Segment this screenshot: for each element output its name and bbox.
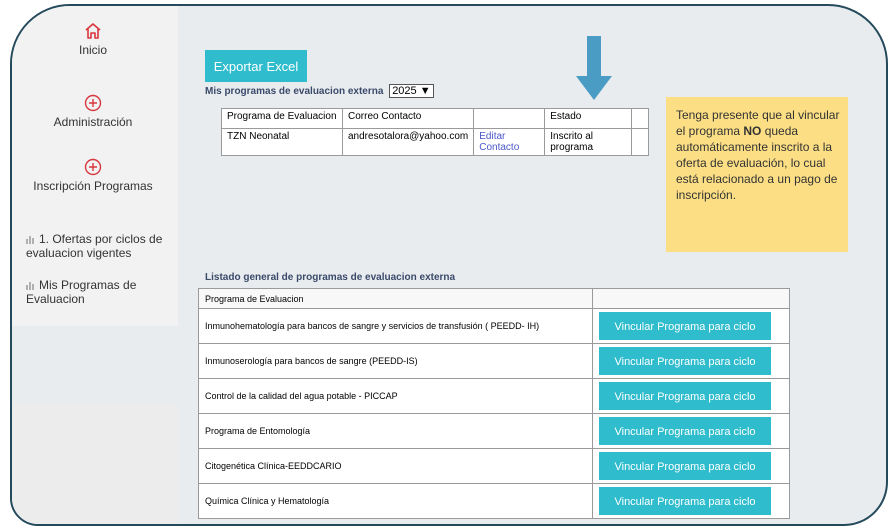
column-header: Estado	[544, 108, 633, 129]
table-row: Citogenética Clínica-EEDDCARIO Vincular …	[198, 448, 790, 484]
vincular-button[interactable]: Vincular Programa para ciclo	[599, 452, 771, 480]
program-name-cell: Programa de Entomología	[198, 413, 593, 449]
empty-cell	[631, 128, 650, 156]
plus-circle-icon	[84, 158, 102, 176]
plus-circle-icon	[84, 94, 102, 112]
menu-item-mis-programas[interactable]: Mis Programas de Evaluacion	[26, 278, 186, 306]
column-header: Correo Contacto	[341, 108, 475, 129]
program-name-cell: Control de la calidad del agua potable -…	[198, 378, 593, 414]
menu-item-mis-programas-label: Mis Programas de Evaluacion	[26, 278, 137, 306]
menu-item-ofertas-label: 1. Ofertas por ciclos de evaluacion vige…	[26, 232, 163, 260]
chevron-down-icon: ▼	[419, 85, 431, 97]
table-row: TZN Neonatal andresotalora@yahoo.com Edi…	[221, 128, 650, 156]
bar-chart-icon	[26, 235, 36, 244]
bar-chart-icon	[26, 281, 36, 290]
table-header-row: Programa de Evaluacion Correo Contacto E…	[221, 108, 650, 129]
export-excel-button[interactable]: Exportar Excel	[205, 50, 307, 82]
table-row: Inmunohematología para bancos de sangre …	[198, 308, 790, 344]
table-row: Inmunoserología para bancos de sangre (P…	[198, 343, 790, 379]
table-header-row: Programa de Evaluacion	[198, 288, 790, 309]
nav-inscripcion[interactable]: Inscripción Programas	[10, 158, 176, 193]
home-icon	[85, 23, 101, 39]
year-select[interactable]: 2025 ▼	[389, 84, 434, 98]
vincular-button[interactable]: Vincular Programa para ciclo	[599, 417, 771, 445]
nav-administracion[interactable]: Administración	[10, 94, 176, 129]
column-header	[631, 108, 650, 129]
table-row: Programa de Entomología Vincular Program…	[198, 413, 790, 449]
info-note: Tenga presente que al vincular el progra…	[666, 97, 848, 252]
status-cell: Inscrito al programa	[544, 128, 633, 156]
vincular-button[interactable]: Vincular Programa para ciclo	[599, 382, 771, 410]
menu-item-ofertas[interactable]: 1. Ofertas por ciclos de evaluacion vige…	[26, 232, 186, 260]
program-name-cell: Inmunoserología para bancos de sangre (P…	[198, 343, 593, 379]
program-name-cell: Citogenética Clínica-EEDDCARIO	[198, 448, 593, 484]
my-programs-table: Programa de Evaluacion Correo Contacto E…	[221, 108, 650, 156]
general-list-title: Listado general de programas de evaluaci…	[205, 272, 456, 283]
my-programs-title: Mis programas de evaluacion externa 2025…	[205, 84, 434, 98]
my-programs-title-text: Mis programas de evaluacion externa	[205, 86, 384, 97]
nav-administracion-label: Administración	[53, 115, 133, 129]
nav-inscripcion-label: Inscripción Programas	[33, 179, 153, 193]
column-header: Programa de Evaluacion	[198, 288, 593, 309]
program-name-cell: Química Clínica y Hematología	[198, 483, 593, 519]
nav-home[interactable]: Inicio	[10, 22, 176, 57]
column-header: Programa de Evaluacion	[221, 108, 343, 129]
sidebar-lower-panel	[12, 404, 178, 524]
general-programs-table: Programa de Evaluacion Inmunohematología…	[198, 288, 790, 519]
year-select-value: 2025	[392, 85, 417, 97]
program-name-cell: Inmunohematología para bancos de sangre …	[198, 308, 593, 344]
note-bold: NO	[743, 124, 762, 138]
program-cell: TZN Neonatal	[221, 128, 343, 156]
email-cell: andresotalora@yahoo.com	[341, 128, 475, 156]
column-header	[473, 108, 546, 129]
edit-contact-link[interactable]: Editar Contacto	[479, 131, 519, 153]
vincular-button[interactable]: Vincular Programa para ciclo	[599, 347, 771, 375]
table-row: Química Clínica y Hematología Vincular P…	[198, 483, 790, 519]
table-row: Control de la calidad del agua potable -…	[198, 378, 790, 414]
arrow-down-icon	[576, 36, 612, 100]
vincular-button[interactable]: Vincular Programa para ciclo	[599, 312, 771, 340]
nav-home-label: Inicio	[78, 43, 107, 57]
vincular-button[interactable]: Vincular Programa para ciclo	[599, 487, 771, 515]
column-header-empty	[592, 288, 790, 309]
